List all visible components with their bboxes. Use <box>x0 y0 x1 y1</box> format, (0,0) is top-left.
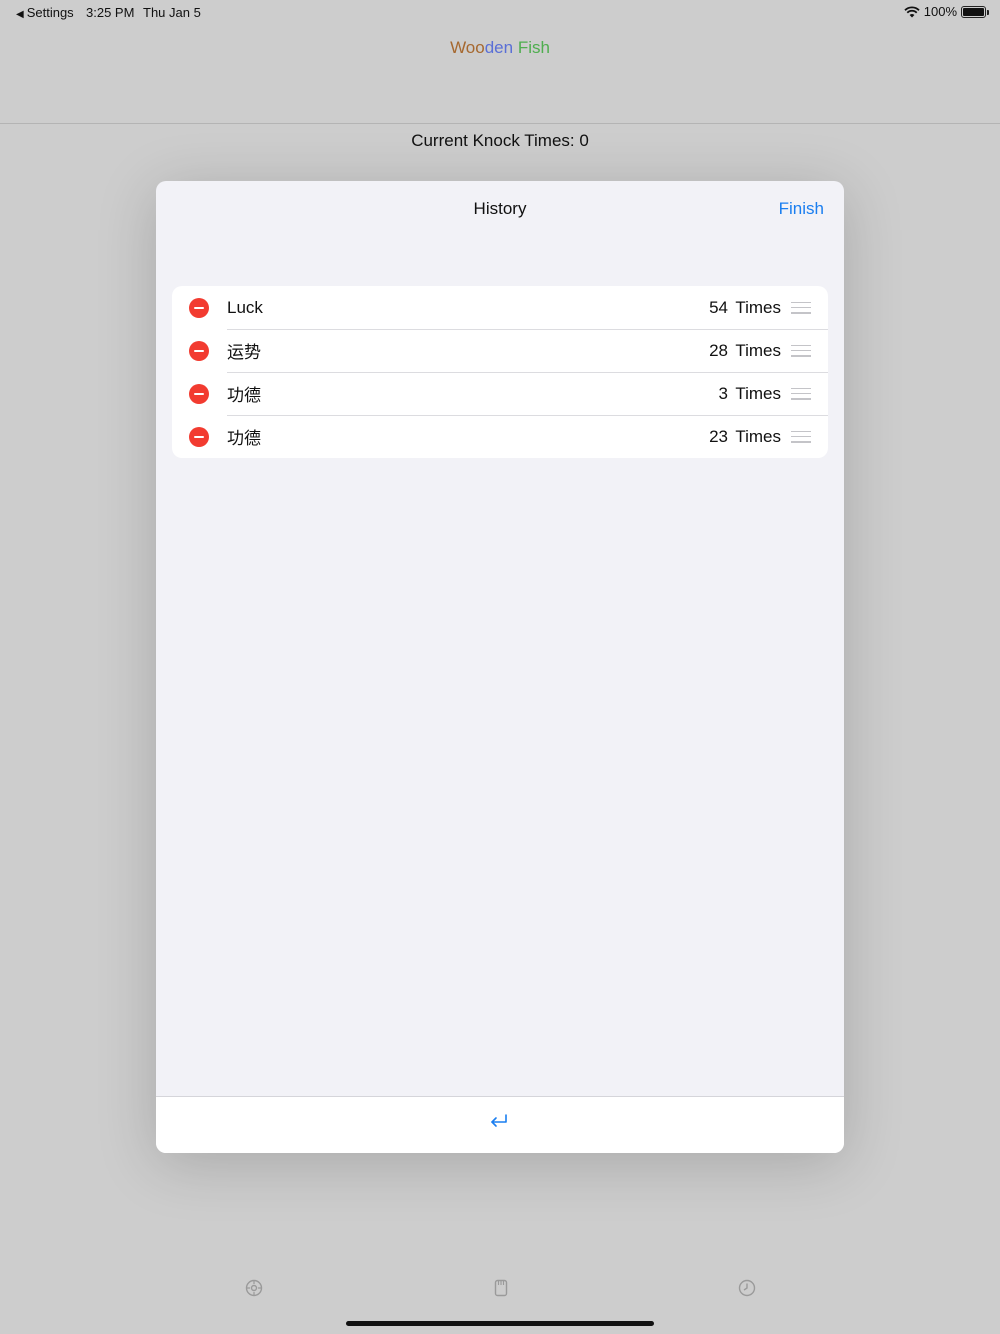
item-count: 23 <box>709 426 728 446</box>
delete-icon[interactable] <box>189 297 209 318</box>
knock-count-label: Current Knock Times: 0 <box>411 131 589 150</box>
home-indicator <box>346 1321 654 1326</box>
list-item: 功德 23 Times <box>172 415 828 458</box>
delete-icon[interactable] <box>189 383 209 404</box>
status-bar: ◀ Settings 3:25 PM Thu Jan 5 100% <box>0 0 1000 24</box>
return-icon[interactable] <box>488 1112 510 1130</box>
item-count: 3 <box>718 383 728 403</box>
wifi-icon <box>904 6 920 17</box>
reorder-handle-icon[interactable] <box>791 387 811 400</box>
list-item: 运势 28 Times <box>172 329 828 372</box>
app-title: Wooden Fish <box>0 38 1000 58</box>
sheet-title: History <box>473 199 527 218</box>
item-count: 28 <box>709 340 728 360</box>
sheet-header: History Finish <box>156 181 844 241</box>
app-header: Wooden Fish <box>0 24 1000 124</box>
battery-percent: 100% <box>923 4 957 19</box>
item-unit: Times <box>735 426 781 446</box>
item-name: 功德 <box>227 386 261 405</box>
delete-icon[interactable] <box>189 340 209 361</box>
app-title-part-1: Woo <box>450 38 485 57</box>
footer-divider <box>156 1096 844 1097</box>
list-item: 功德 3 Times <box>172 372 828 415</box>
status-date: Thu Jan 5 <box>143 5 201 20</box>
item-unit: Times <box>735 340 781 360</box>
app-title-part-2: den <box>484 38 514 57</box>
reorder-handle-icon[interactable] <box>791 344 811 357</box>
history-list: Luck 54 Times 运势 28 Times 功德 3 Times 功德 … <box>172 286 828 458</box>
item-name: 功德 <box>227 429 261 448</box>
clock-icon[interactable] <box>737 1278 757 1298</box>
status-time: 3:25 PM <box>86 5 135 20</box>
item-count: 54 <box>709 297 728 317</box>
reorder-handle-icon[interactable] <box>791 301 811 314</box>
battery-icon <box>961 5 989 18</box>
item-name: 运势 <box>227 343 261 362</box>
reorder-handle-icon[interactable] <box>791 430 811 443</box>
tab-bar <box>0 1270 1000 1310</box>
item-unit: Times <box>735 383 781 403</box>
app-title-part-3: Fish <box>513 38 550 57</box>
history-sheet: History Finish Luck 54 Times 运势 28 Times… <box>156 181 844 1153</box>
delete-icon[interactable] <box>189 426 209 447</box>
back-arrow-icon: ◀ <box>16 9 24 20</box>
document-icon[interactable] <box>491 1278 511 1298</box>
back-label: Settings <box>26 5 74 20</box>
sheet-footer <box>156 1088 844 1153</box>
item-name: Luck <box>227 297 263 317</box>
gear-icon[interactable] <box>244 1278 264 1298</box>
finish-button[interactable]: Finish <box>779 199 824 219</box>
list-item: Luck 54 Times <box>172 286 828 329</box>
item-unit: Times <box>735 297 781 317</box>
status-indicators: 100% <box>904 4 989 19</box>
back-to-settings[interactable]: ◀ Settings <box>16 5 74 20</box>
